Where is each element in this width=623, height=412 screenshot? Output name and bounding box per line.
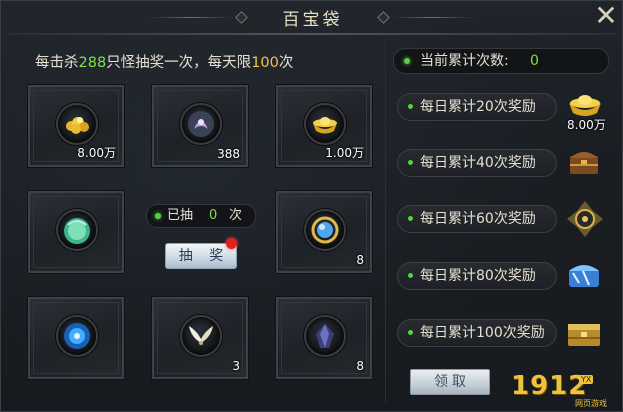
- blue-energy-orb-icon: [56, 315, 98, 357]
- reward-count: 8.00万: [567, 118, 606, 132]
- site-watermark: 1912 YX 网页游戏: [501, 371, 621, 411]
- prize-slot[interactable]: [27, 190, 125, 274]
- indicator-dot: [408, 330, 413, 335]
- treasure-chest-icon[interactable]: [564, 142, 608, 186]
- prize-slot[interactable]: [27, 296, 125, 380]
- rule-middle: 只怪抽奖一次，每天限: [106, 55, 252, 71]
- treasure-bag-window: 百宝袋 ✕ 每击杀288只怪抽奖一次，每天限100次 8.00万 388 1.0…: [0, 0, 623, 412]
- prize-slot[interactable]: 8: [275, 190, 373, 274]
- spirit-orb-icon: [180, 103, 222, 145]
- jade-orb-icon: [56, 209, 98, 251]
- rule-limit: 100: [251, 55, 279, 71]
- reward-label: 每日累计20次奖励: [420, 99, 536, 115]
- prize-count: 3: [232, 359, 240, 373]
- prize-count: 8.00万: [77, 146, 116, 160]
- prize-slot[interactable]: 3: [151, 296, 249, 380]
- gilded-ornament-icon[interactable]: [563, 197, 607, 241]
- indicator-dot: [408, 160, 413, 165]
- indicator-dot: [408, 273, 413, 278]
- title-bar: 百宝袋 ✕: [1, 1, 623, 31]
- gold-nuggets-icon: [56, 103, 98, 145]
- prize-slot[interactable]: 8.00万: [27, 84, 125, 168]
- watermark-subtitle: 网页游戏: [575, 399, 607, 408]
- drawn-label: 已抽: [167, 208, 194, 223]
- drawn-count: 0: [209, 208, 218, 223]
- reward-label: 每日累计80次奖励: [420, 268, 536, 284]
- reward-label-pill: 每日累计80次奖励: [397, 262, 557, 290]
- total-value: 0: [530, 53, 539, 69]
- indicator-dot: [155, 213, 161, 219]
- close-icon: ✕: [594, 0, 618, 32]
- reward-tier-20[interactable]: 每日累计20次奖励: [397, 93, 557, 121]
- dark-crystal-icon: [304, 315, 346, 357]
- reward-label: 每日累计40次奖励: [420, 155, 536, 171]
- drawn-count-display: 已抽 0 次: [146, 204, 256, 228]
- prize-slot[interactable]: 8: [275, 296, 373, 380]
- rule-suffix: 次: [278, 55, 294, 71]
- reward-label: 每日累计60次奖励: [420, 211, 536, 227]
- golden-ring-orb-icon: [304, 209, 346, 251]
- total-draws-display: 当前累计次数: 0: [393, 48, 609, 74]
- white-wings-icon: [180, 315, 222, 357]
- indicator-dot: [408, 216, 413, 221]
- total-label: 当前累计次数:: [420, 53, 509, 69]
- reward-label-pill: 每日累计20次奖励: [397, 93, 557, 121]
- prize-count: 8: [356, 359, 364, 373]
- prize-count: 1.00万: [325, 146, 364, 160]
- claim-button[interactable]: 领取: [410, 369, 490, 395]
- reward-tier-80[interactable]: 每日累计80次奖励: [397, 262, 557, 290]
- draw-rule-text: 每击杀288只怪抽奖一次，每天限100次: [35, 51, 293, 72]
- reward-label-pill: 每日累计60次奖励: [397, 205, 557, 233]
- reward-label-pill: 每日累计100次奖励: [397, 319, 557, 347]
- window-title: 百宝袋: [282, 10, 343, 30]
- prize-slot[interactable]: 388: [151, 84, 249, 168]
- reward-label: 每日累计100次奖励: [420, 325, 545, 341]
- column-divider: [385, 41, 386, 403]
- golden-chest-icon[interactable]: [563, 312, 607, 356]
- rule-prefix: 每击杀: [35, 55, 79, 71]
- watermark-logo-text: 1912: [511, 371, 588, 401]
- prize-count: 8: [356, 253, 364, 267]
- drawn-unit: 次: [229, 208, 243, 223]
- indicator-dot: [404, 58, 410, 64]
- close-button[interactable]: ✕: [591, 2, 621, 30]
- reward-tier-60[interactable]: 每日累计60次奖励: [397, 205, 557, 233]
- watermark-badge: YX: [579, 375, 594, 384]
- title-ornament-right: [393, 17, 473, 18]
- prize-count: 388: [217, 147, 240, 161]
- crystal-chest-icon[interactable]: [563, 255, 607, 299]
- notification-dot: [226, 238, 237, 249]
- header-divider: [9, 33, 616, 35]
- indicator-dot: [408, 104, 413, 109]
- reward-tier-40[interactable]: 每日累计40次奖励: [397, 149, 557, 177]
- gold-ingot-icon: [304, 103, 346, 145]
- reward-label-pill: 每日累计40次奖励: [397, 149, 557, 177]
- prize-slot[interactable]: 1.00万: [275, 84, 373, 168]
- reward-tier-100[interactable]: 每日累计100次奖励: [397, 319, 557, 347]
- rule-kill-count: 288: [78, 55, 107, 71]
